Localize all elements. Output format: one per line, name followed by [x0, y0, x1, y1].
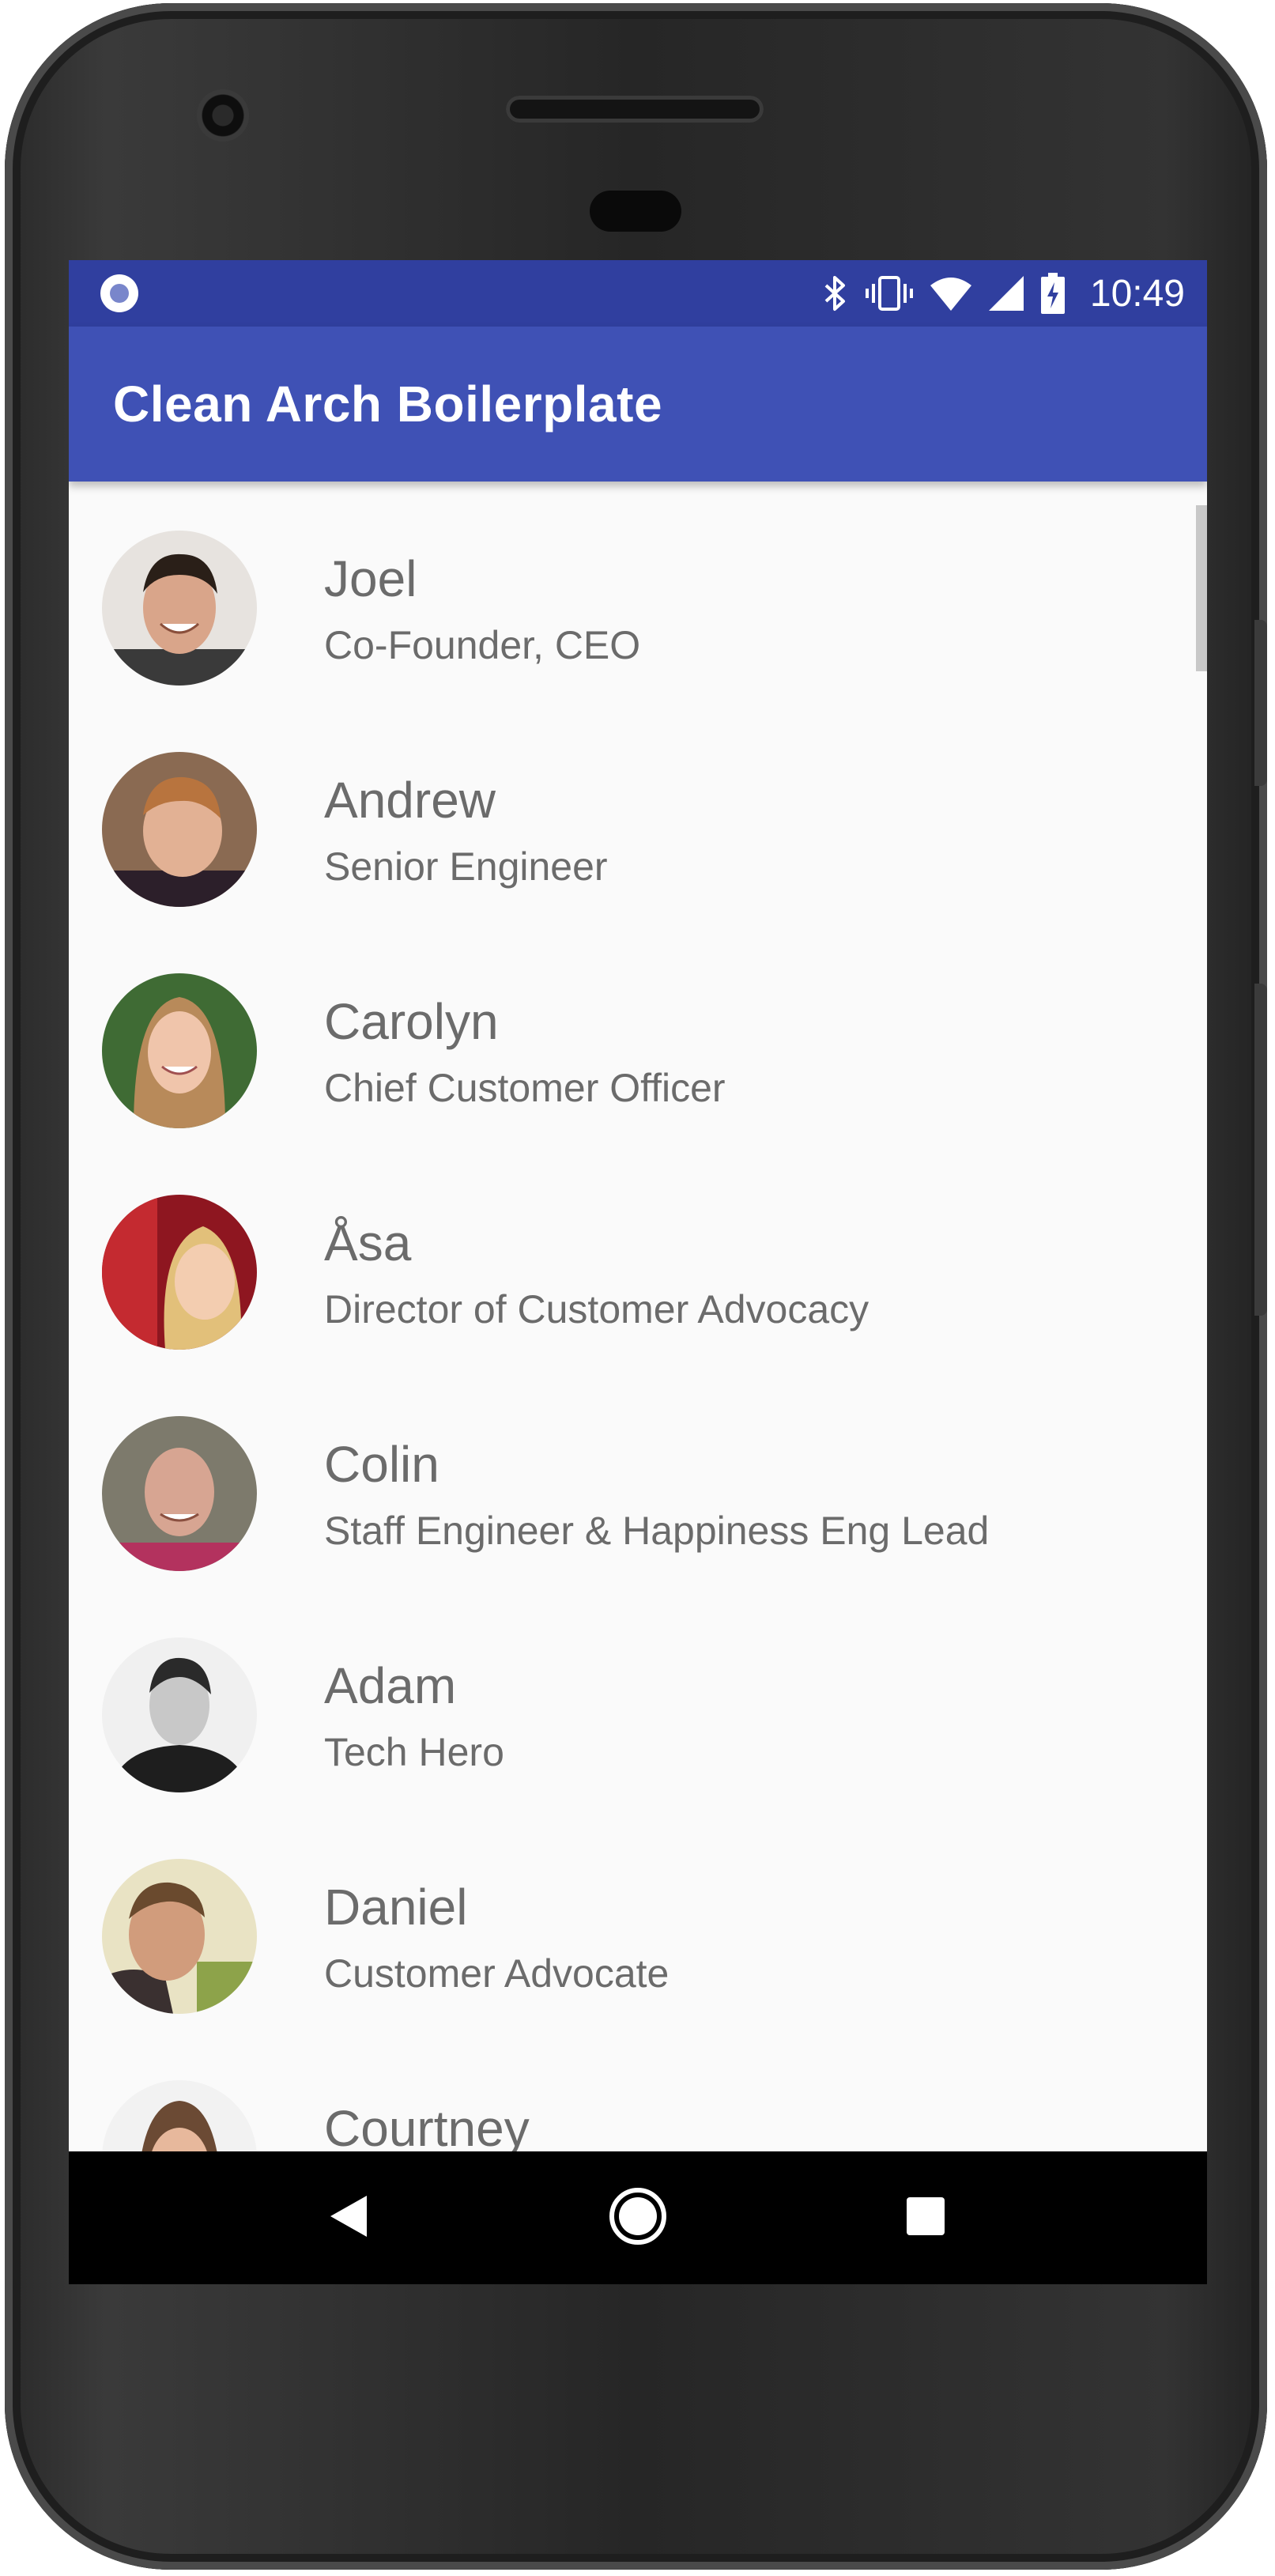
member-name: Colin [324, 1436, 439, 1493]
status-bar: 10:49 [69, 260, 1207, 327]
list-item[interactable]: Åsa Director of Customer Advocacy [69, 1146, 1191, 1367]
member-name: Daniel [324, 1879, 468, 1936]
back-button[interactable] [315, 2185, 382, 2251]
status-icons: 10:49 [823, 260, 1185, 327]
scrollbar[interactable] [1196, 505, 1207, 671]
list-item[interactable]: Carolyn Chief Customer Officer [69, 924, 1191, 1146]
member-title: Director of Customer Advocacy [324, 1287, 869, 1331]
earpiece-speaker [506, 96, 764, 123]
member-title: Tech Hero [324, 1730, 504, 1774]
list-item[interactable]: Joel Co-Founder, CEO [69, 482, 1191, 703]
recents-button[interactable] [892, 2185, 959, 2251]
avatar [102, 1637, 257, 1792]
member-name: Andrew [324, 772, 496, 829]
member-name: Adam [324, 1657, 457, 1714]
power-button [1254, 620, 1267, 786]
member-name: Joel [324, 550, 417, 607]
team-list[interactable]: Joel Co-Founder, CEO Andrew Senior Engin… [69, 482, 1207, 2151]
clock: 10:49 [1089, 272, 1185, 315]
battery-charging-icon [1040, 273, 1065, 314]
avatar [102, 973, 257, 1128]
member-name: Åsa [324, 1214, 412, 1271]
navigation-bar [69, 2151, 1207, 2284]
member-title: Staff Engineer & Happiness Eng Lead [324, 1509, 990, 1553]
home-icon [608, 2186, 668, 2249]
avatar [102, 2080, 257, 2151]
app-title: Clean Arch Boilerplate [113, 376, 663, 432]
vibrate-icon [865, 274, 913, 312]
volume-button [1254, 984, 1267, 1316]
list-item[interactable]: Courtney [69, 2031, 1191, 2151]
avatar [102, 531, 257, 686]
back-icon [327, 2193, 370, 2243]
avatar [102, 752, 257, 907]
avatar [102, 1859, 257, 2014]
front-camera [197, 89, 249, 142]
avatar [102, 1416, 257, 1571]
member-title: Senior Engineer [324, 844, 608, 889]
member-title: Co-Founder, CEO [324, 623, 641, 667]
app-bar: Clean Arch Boilerplate [69, 327, 1207, 482]
list-item[interactable]: Andrew Senior Engineer [69, 703, 1191, 924]
member-name: Courtney [324, 2100, 530, 2151]
phone-frame: 10:49 Clean Arch Boilerplate Joel Co-Fou… [5, 3, 1267, 2570]
app-notification-icon [100, 274, 138, 312]
member-title: Chief Customer Officer [324, 1066, 726, 1110]
recents-icon [905, 2196, 946, 2240]
proximity-sensor [590, 191, 681, 232]
home-button[interactable] [605, 2185, 671, 2251]
bluetooth-icon [823, 274, 848, 312]
member-title: Customer Advocate [324, 1951, 670, 1996]
cell-signal-icon [988, 276, 1024, 311]
avatar [102, 1195, 257, 1350]
member-name: Carolyn [324, 993, 499, 1050]
list-item[interactable]: Adam Tech Hero [69, 1588, 1191, 1810]
screen: 10:49 Clean Arch Boilerplate Joel Co-Fou… [69, 260, 1207, 2284]
list-item[interactable]: Colin Staff Engineer & Happiness Eng Lea… [69, 1367, 1191, 1588]
list-item[interactable]: Daniel Customer Advocate [69, 1810, 1191, 2031]
wifi-icon [930, 276, 971, 311]
